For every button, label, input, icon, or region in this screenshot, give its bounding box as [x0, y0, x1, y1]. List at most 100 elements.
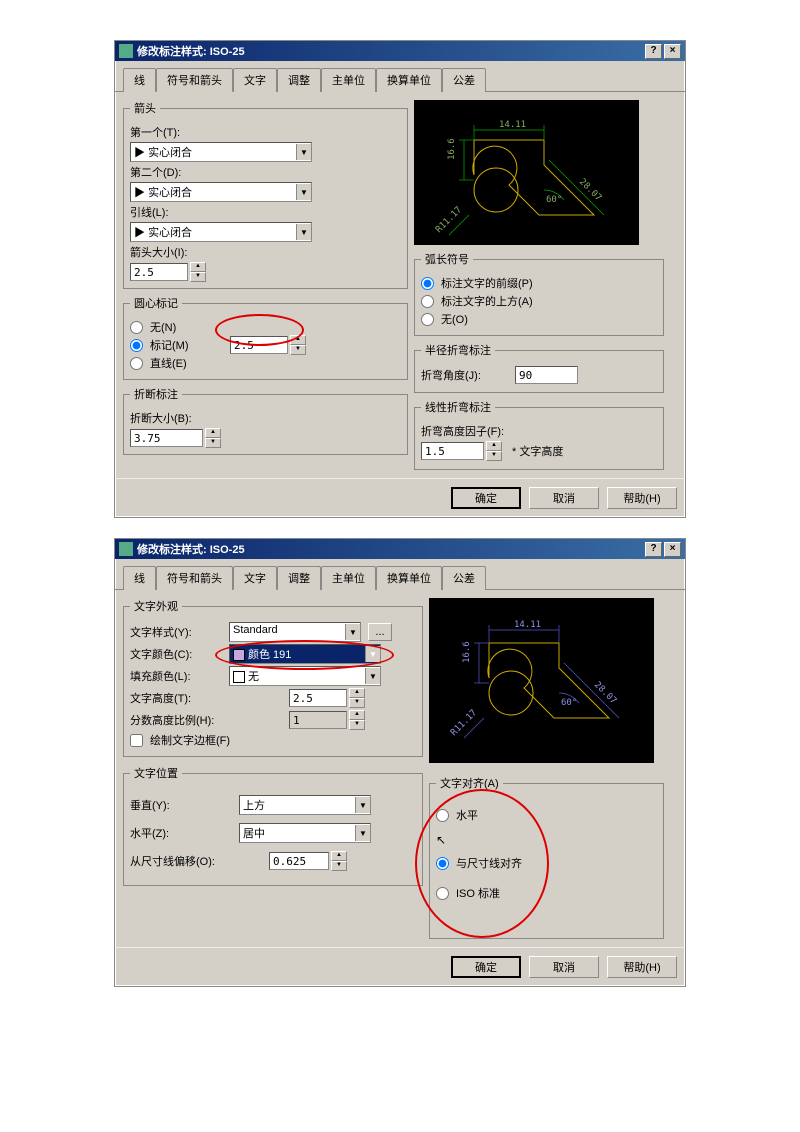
close-button[interactable]: ×: [664, 44, 681, 59]
center-size-input[interactable]: [230, 336, 288, 354]
tab-tolerances[interactable]: 公差: [442, 68, 486, 92]
app-icon: [119, 44, 133, 58]
tab-tolerances[interactable]: 公差: [442, 566, 486, 590]
align-dimline-radio[interactable]: [436, 857, 449, 870]
arc-above-label: 标注文字的上方(A): [441, 293, 533, 309]
titlebar[interactable]: 修改标注样式: ISO-25 ? ×: [115, 539, 685, 559]
spin-up[interactable]: ▲: [349, 688, 365, 698]
tab-primary-units[interactable]: 主单位: [321, 68, 376, 92]
arc-legend: 弧长符号: [421, 251, 473, 267]
spin-up[interactable]: ▲: [331, 851, 347, 861]
spin-up[interactable]: ▲: [190, 262, 206, 272]
fraction-label: 分数高度比例(H):: [130, 712, 285, 728]
draw-frame-checkbox[interactable]: [130, 734, 143, 747]
vert-label: 垂直(Y):: [130, 797, 235, 813]
align-horiz-radio[interactable]: [436, 809, 449, 822]
tab-alt-units[interactable]: 换算单位: [376, 68, 442, 92]
spin-down[interactable]: ▼: [349, 720, 365, 730]
preview-svg: 14.11 16.6 28.07 R11.17 60°: [429, 598, 654, 763]
center-marks-group: 圆心标记 无(N) 标记(M) 直线(E) ▲▼: [123, 295, 408, 380]
arrow-size-input[interactable]: [130, 263, 188, 281]
jog-factor-input[interactable]: [421, 442, 484, 460]
center-line-radio[interactable]: [130, 357, 143, 370]
linear-jog-group: 线性折弯标注 折弯高度因子(F): ▲▼ * 文字高度: [414, 399, 664, 470]
close-button[interactable]: ×: [664, 542, 681, 557]
vertical-combo[interactable]: 上方▼: [239, 795, 371, 815]
help-button[interactable]: ?: [645, 44, 662, 59]
fill-color-combo[interactable]: 无▼: [229, 666, 381, 686]
radjog-legend: 半径折弯标注: [421, 342, 495, 358]
svg-text:14.11: 14.11: [514, 620, 541, 630]
spin-up[interactable]: ▲: [349, 710, 365, 720]
break-size-label: 折断大小(B):: [130, 410, 192, 426]
arc-none-label: 无(O): [441, 311, 468, 327]
help-button[interactable]: 帮助(H): [607, 487, 677, 509]
tab-symbols-arrows[interactable]: 符号和箭头: [156, 68, 233, 92]
arc-before-radio[interactable]: [421, 277, 434, 290]
offset-input[interactable]: [269, 852, 329, 870]
first-arrow-label: 第一个(T):: [130, 124, 180, 140]
help-button[interactable]: ?: [645, 542, 662, 557]
center-none-radio[interactable]: [130, 321, 143, 334]
window-title: 修改标注样式: ISO-25: [137, 43, 645, 59]
align-iso-radio[interactable]: [436, 887, 449, 900]
center-none-label: 无(N): [150, 319, 176, 335]
spin-up[interactable]: ▲: [486, 441, 502, 451]
spin-up[interactable]: ▲: [205, 428, 221, 438]
style-browse-button[interactable]: ...: [368, 623, 392, 641]
text-height-input[interactable]: [289, 689, 347, 707]
arrows-group: 箭头 第一个(T): ▶ 实心闭合▼ 第二个(D): ▶ 实心闭合▼ 引线(L)…: [123, 100, 408, 289]
text-placement-group: 文字位置 垂直(Y): 上方▼ 水平(Z): 居中▼ 从尺寸线偏移(O): ▲▼: [123, 765, 423, 886]
titlebar[interactable]: 修改标注样式: ISO-25 ? ×: [115, 41, 685, 61]
radius-jog-group: 半径折弯标注 折弯角度(J):: [414, 342, 664, 393]
app-icon: [119, 542, 133, 556]
center-line-label: 直线(E): [150, 355, 187, 371]
svg-text:R11.17: R11.17: [449, 708, 479, 738]
tab-text[interactable]: 文字: [233, 68, 277, 92]
spin-down[interactable]: ▼: [349, 698, 365, 708]
leader-combo[interactable]: ▶ 实心闭合▼: [130, 222, 312, 242]
spin-down[interactable]: ▼: [486, 451, 502, 461]
help-button[interactable]: 帮助(H): [607, 956, 677, 978]
align-legend: 文字对齐(A): [436, 775, 503, 791]
arc-above-radio[interactable]: [421, 295, 434, 308]
tab-alt-units[interactable]: 换算单位: [376, 566, 442, 590]
jog-angle-input[interactable]: [515, 366, 578, 384]
spin-down[interactable]: ▼: [290, 345, 306, 355]
color-swatch: [233, 649, 245, 661]
tab-fit[interactable]: 调整: [277, 566, 321, 590]
tab-text[interactable]: 文字: [233, 566, 277, 590]
svg-text:R11.17: R11.17: [434, 205, 464, 235]
chevron-down-icon: ▼: [355, 825, 370, 841]
spin-down[interactable]: ▼: [205, 438, 221, 448]
tab-lines[interactable]: 线: [123, 68, 156, 92]
text-color-combo[interactable]: 颜色 191▼: [229, 644, 381, 664]
spin-down[interactable]: ▼: [331, 861, 347, 871]
jog-angle-label: 折弯角度(J):: [421, 367, 511, 383]
center-mark-radio[interactable]: [130, 339, 143, 352]
center-mark-label: 标记(M): [150, 337, 189, 353]
tab-primary-units[interactable]: 主单位: [321, 566, 376, 590]
horizontal-combo[interactable]: 居中▼: [239, 823, 371, 843]
second-arrow-combo[interactable]: ▶ 实心闭合▼: [130, 182, 312, 202]
spin-down[interactable]: ▼: [190, 272, 206, 282]
cancel-button[interactable]: 取消: [529, 956, 599, 978]
ok-button[interactable]: 确定: [451, 956, 521, 978]
svg-text:28.07: 28.07: [592, 680, 618, 706]
tab-fit[interactable]: 调整: [277, 68, 321, 92]
svg-text:28.07: 28.07: [577, 177, 603, 203]
arc-before-label: 标注文字的前缀(P): [441, 275, 533, 291]
tab-symbols-arrows[interactable]: 符号和箭头: [156, 566, 233, 590]
color-label: 文字颜色(C):: [130, 646, 225, 662]
arc-none-radio[interactable]: [421, 313, 434, 326]
break-size-input[interactable]: [130, 429, 203, 447]
tab-lines[interactable]: 线: [123, 566, 156, 590]
chevron-down-icon: ▼: [365, 668, 380, 684]
text-style-combo[interactable]: Standard▼: [229, 622, 361, 642]
horiz-label: 水平(Z):: [130, 825, 235, 841]
ok-button[interactable]: 确定: [451, 487, 521, 509]
cancel-button[interactable]: 取消: [529, 487, 599, 509]
spin-up[interactable]: ▲: [290, 335, 306, 345]
first-arrow-combo[interactable]: ▶ 实心闭合▼: [130, 142, 312, 162]
arrow-size-label: 箭头大小(I):: [130, 244, 187, 260]
